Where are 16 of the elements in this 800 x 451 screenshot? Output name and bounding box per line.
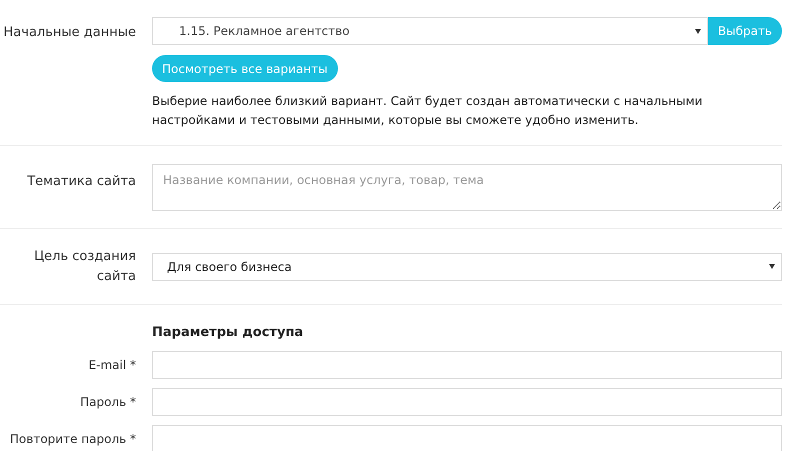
hint-text: Выберие наиболее близкий вариант. Сайт будет создан автоматически с начальными настройками и тестовыми данными, которые вы сможете удобно изменить. [152, 93, 704, 129]
section-heading: Параметры доступа [152, 324, 304, 342]
caret-icon [694, 28, 701, 34]
input-field[interactable] [152, 424, 782, 451]
input-field[interactable] [152, 350, 782, 378]
goal-select[interactable]: Для своего бизнеса [152, 252, 782, 280]
caret-icon [769, 264, 775, 269]
field-label: E-mail * [88, 358, 136, 372]
template-select[interactable]: 1.15. Рекламное агентство [152, 17, 708, 45]
field-label: Тематика сайта [27, 174, 136, 189]
input-field[interactable] [152, 388, 782, 416]
field-label: Пароль * [80, 394, 136, 408]
field-label: Повторите пароль * [10, 432, 136, 446]
field-label: Цель создания сайта [34, 249, 136, 284]
topic-field[interactable]: Название компании, основная услуга, товар, тема [152, 164, 782, 211]
field-label: Начальные данные [4, 25, 136, 40]
